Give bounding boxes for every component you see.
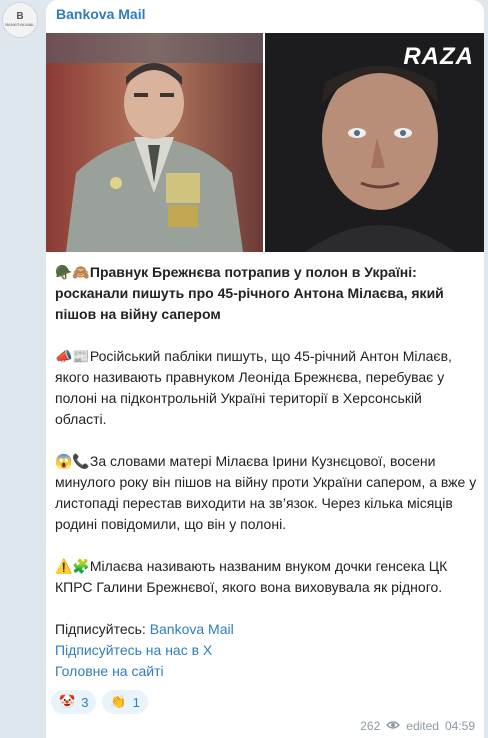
site-link[interactable]: Головне на сайті bbox=[55, 661, 477, 682]
paragraph-1-text: Російський пабліки пишуть, що 45-річний … bbox=[55, 348, 452, 427]
message-bubble: Bankova Mail RAZA 🪖🙈Правнук Брежнєва пот… bbox=[46, 0, 484, 738]
watermark: RAZA bbox=[403, 43, 474, 70]
channel-name[interactable]: Bankova Mail bbox=[56, 6, 145, 22]
paragraph-2: 😱📞За словами матері Мілаєва Ірини Кузнєц… bbox=[55, 451, 477, 535]
photo-right[interactable]: RAZA bbox=[265, 33, 484, 252]
paragraph-3: ⚠️🧩Мілаєва називають названим внуком доч… bbox=[55, 556, 477, 598]
photo-left[interactable] bbox=[46, 33, 263, 252]
message-text: 🪖🙈Правнук Брежнєва потрапив у полон в Ук… bbox=[55, 262, 477, 682]
paragraph-1-emoji: 📣📰 bbox=[55, 348, 90, 364]
subscribe-line: Підписуйтесь: Bankova Mail bbox=[55, 619, 477, 640]
reaction-clown[interactable]: 🤡 3 bbox=[51, 690, 97, 714]
x-link[interactable]: Підписуйтесь на нас в X bbox=[55, 640, 477, 661]
reaction-count: 3 bbox=[81, 694, 89, 710]
reaction-clap[interactable]: 👏 1 bbox=[102, 690, 148, 714]
message-meta: 262 edited 04:59 bbox=[360, 719, 475, 733]
edited-label: edited bbox=[406, 719, 439, 733]
avatar-caption: BANKOVA MAIL bbox=[5, 22, 35, 27]
paragraph-2-text: За словами матері Мілаєва Ірини Кузнєцов… bbox=[55, 453, 477, 532]
paragraph-1: 📣📰Російський пабліки пишуть, що 45-річни… bbox=[55, 346, 477, 430]
clown-icon: 🤡 bbox=[59, 694, 76, 709]
reactions: 🤡 3 👏 1 bbox=[51, 690, 148, 714]
paragraph-3-text: Мілаєва називають названим внуком дочки … bbox=[55, 558, 448, 595]
subscribe-link[interactable]: Bankova Mail bbox=[150, 621, 234, 637]
paragraph-2-emoji: 😱📞 bbox=[55, 453, 90, 469]
eye-icon bbox=[386, 719, 401, 733]
message-time: 04:59 bbox=[444, 719, 475, 733]
headline: 🪖🙈Правнук Брежнєва потрапив у полон в Ук… bbox=[55, 262, 477, 325]
paragraph-3-emoji: ⚠️🧩 bbox=[55, 558, 90, 574]
subscribe-label: Підписуйтесь: bbox=[55, 621, 150, 637]
headline-text: Правнук Брежнєва потрапив у полон в Укра… bbox=[55, 264, 444, 322]
channel-avatar[interactable]: B BANKOVA MAIL bbox=[2, 2, 38, 38]
footer-links: Підписуйтесь: Bankova Mail Підписуйтесь … bbox=[55, 619, 477, 682]
headline-emoji: 🪖🙈 bbox=[55, 264, 90, 280]
reaction-count: 1 bbox=[132, 694, 140, 710]
avatar-letter: B bbox=[16, 11, 24, 22]
view-count: 262 bbox=[360, 719, 381, 733]
clap-icon: 👏 bbox=[110, 694, 127, 709]
photo-album[interactable]: RAZA bbox=[46, 33, 484, 252]
